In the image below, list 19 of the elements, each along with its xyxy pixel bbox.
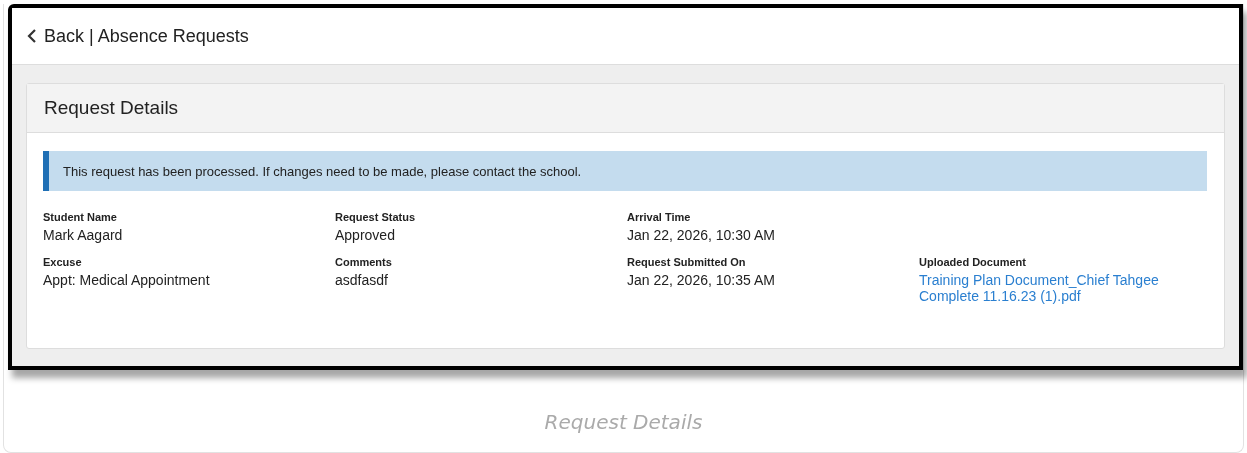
field-label: Request Submitted On	[627, 256, 747, 268]
field-label: Comments	[335, 256, 393, 268]
field-label: Request Status	[335, 211, 417, 223]
field-value: Jan 22, 2026, 10:35 AM	[627, 272, 776, 288]
image-caption: Request Details	[543, 410, 704, 434]
field-label: Student Name	[43, 211, 118, 223]
field-value: asdfasdf	[335, 272, 389, 288]
field-label: Excuse	[43, 256, 83, 268]
card-title: Request Details	[44, 97, 179, 119]
field-value: Mark Aagard	[43, 227, 124, 243]
chevron-left-icon	[27, 28, 37, 44]
back-link[interactable]: Back | Absence Requests	[27, 25, 249, 47]
field-label: Uploaded Document	[919, 256, 1027, 268]
field-value: Appt: Medical Appointment	[43, 272, 211, 288]
field-label: Arrival Time	[627, 211, 692, 223]
info-notice: This request has been processed. If changes need to be made, please contact the school.	[43, 151, 1207, 191]
field-value: Approved	[335, 227, 396, 243]
document-link[interactable]: Training Plan Document_Chief Tahgee Complete 11.16.23 (1).pdf	[919, 272, 1174, 305]
field-value: Jan 22, 2026, 10:30 AM	[627, 227, 776, 243]
